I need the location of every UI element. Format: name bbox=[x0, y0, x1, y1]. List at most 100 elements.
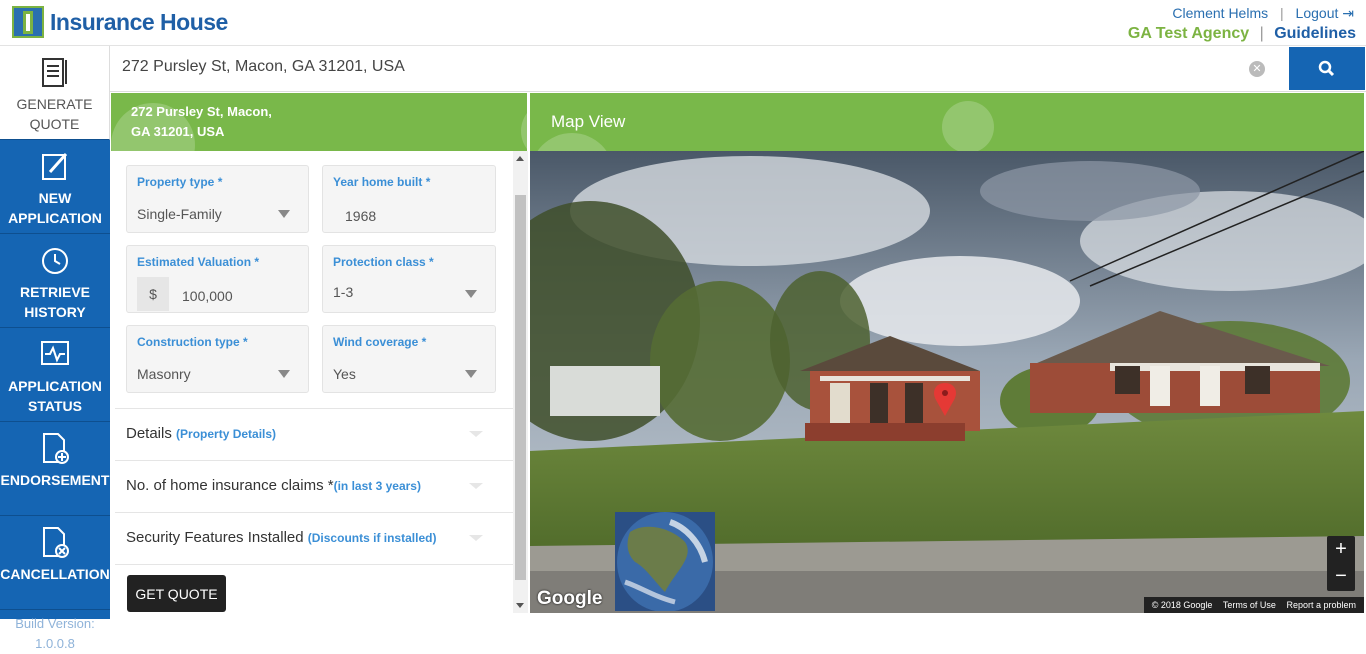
chevron-down-icon bbox=[469, 431, 483, 437]
quote-form: Property type * Single-Family Year home … bbox=[111, 151, 513, 619]
section-subheading: (Property Details) bbox=[176, 427, 277, 441]
document-list-icon bbox=[41, 58, 67, 87]
sidebar-item-retrieve-history[interactable]: RETRIEVE HISTORY bbox=[0, 234, 110, 328]
user-links: Clement Helms | Logout ⇥ bbox=[1172, 5, 1354, 22]
section-title: No. of home insurance claims *(in last 3… bbox=[126, 477, 421, 494]
copyright-text: © 2018 Google bbox=[1151, 600, 1213, 610]
protection-class-select[interactable]: Protection class * 1-3 bbox=[322, 245, 496, 313]
form-scrollbar[interactable] bbox=[513, 151, 528, 613]
property-type-select[interactable]: Property type * Single-Family bbox=[126, 165, 309, 233]
chevron-down-icon bbox=[465, 290, 477, 298]
scroll-up-icon[interactable] bbox=[516, 156, 524, 161]
year-built-label: Year home built * bbox=[333, 175, 431, 189]
section-subheading: (Discounts if installed) bbox=[307, 531, 437, 545]
sidebar-item-new-application[interactable]: NEW APPLICATION bbox=[0, 140, 110, 234]
section-subheading: (in last 3 years) bbox=[333, 479, 421, 493]
agency-name: GA Test Agency bbox=[1127, 25, 1250, 42]
year-built-field[interactable]: Year home built * 1968 bbox=[322, 165, 496, 233]
section-title: Security Features Installed (Discounts i… bbox=[126, 529, 436, 546]
claims-section[interactable]: No. of home insurance claims *(in last 3… bbox=[115, 460, 513, 512]
status-monitor-icon bbox=[41, 341, 69, 365]
map-attribution: © 2018 Google Terms of Use Report a prob… bbox=[1143, 597, 1364, 613]
zoom-out-button[interactable]: − bbox=[1327, 563, 1355, 590]
property-type-value: Single-Family bbox=[137, 206, 222, 222]
section-heading: Details bbox=[126, 425, 172, 442]
protection-class-label: Protection class * bbox=[333, 255, 434, 269]
get-quote-button[interactable]: GET QUOTE bbox=[127, 575, 226, 612]
build-label: Build Version: bbox=[15, 616, 95, 631]
pencil-edit-icon bbox=[42, 153, 68, 180]
section-heading: Security Features Installed bbox=[126, 529, 304, 546]
earth-thumbnail-image bbox=[615, 512, 715, 611]
brand-logo[interactable]: Insurance House bbox=[12, 6, 228, 38]
protection-class-value: 1-3 bbox=[333, 284, 354, 300]
section-divider bbox=[115, 564, 513, 565]
report-problem-link[interactable]: Report a problem bbox=[1286, 600, 1356, 610]
nav-label: STATUS bbox=[28, 398, 82, 414]
wind-coverage-label: Wind coverage * bbox=[333, 335, 427, 349]
agency-row: GA Test Agency | Guidelines bbox=[1128, 25, 1356, 43]
valuation-value: 100,000 bbox=[182, 288, 233, 304]
user-name-link[interactable]: Clement Helms bbox=[1172, 5, 1268, 21]
construction-type-label: Construction type * bbox=[137, 335, 248, 349]
construction-type-value: Masonry bbox=[137, 366, 191, 382]
search-button[interactable] bbox=[1289, 47, 1365, 90]
nav-label: HISTORY bbox=[24, 304, 86, 320]
zoom-control: + − bbox=[1327, 536, 1355, 591]
top-header: Insurance House Clement Helms | Logout ⇥… bbox=[0, 0, 1366, 46]
document-add-icon bbox=[43, 433, 69, 464]
address-search-input[interactable] bbox=[122, 58, 1242, 76]
wind-coverage-value: Yes bbox=[333, 366, 356, 382]
section-heading: No. of home insurance claims * bbox=[126, 477, 334, 494]
section-title: Details (Property Details) bbox=[126, 425, 276, 442]
nav-label: ENDORSEMENT bbox=[0, 472, 110, 488]
nav-label: RETRIEVE bbox=[19, 284, 90, 300]
sidebar-item-cancellation[interactable]: CANCELLATION bbox=[0, 516, 110, 610]
google-logo: Google bbox=[537, 588, 603, 609]
address-line-1: 272 Pursley St, Macon, bbox=[131, 104, 272, 119]
sidebar-item-generate-quote[interactable]: GENERATE QUOTE bbox=[0, 46, 110, 140]
details-section[interactable]: Details (Property Details) bbox=[115, 408, 513, 460]
divider: | bbox=[1259, 25, 1264, 42]
chevron-down-icon bbox=[278, 210, 290, 218]
build-number: 1.0.0.8 bbox=[35, 636, 75, 651]
search-icon bbox=[1318, 60, 1335, 77]
chevron-down-icon bbox=[469, 535, 483, 541]
logo-mark-icon bbox=[12, 6, 44, 38]
address-banner: 272 Pursley St, Macon, GA 31201, USA bbox=[111, 93, 527, 151]
map-view-banner: Map View bbox=[530, 93, 1364, 151]
decorative-bubble bbox=[942, 101, 994, 151]
chevron-down-icon bbox=[469, 483, 483, 489]
nav-label: CANCELLATION bbox=[0, 566, 110, 582]
sidebar-item-application-status[interactable]: APPLICATION STATUS bbox=[0, 328, 110, 422]
address-search-bar: ✕ bbox=[110, 46, 1366, 92]
decorative-bubble bbox=[530, 133, 614, 151]
currency-addon: $ bbox=[137, 277, 169, 311]
guidelines-link[interactable]: Guidelines bbox=[1274, 25, 1356, 42]
zoom-in-button[interactable]: + bbox=[1327, 536, 1355, 563]
scroll-thumb[interactable] bbox=[515, 195, 526, 580]
street-view-map[interactable]: Google + − © 2018 Google Terms of Use Re… bbox=[530, 151, 1364, 613]
map-view-title: Map View bbox=[551, 112, 626, 131]
build-version: Build Version: 1.0.0.8 bbox=[0, 610, 110, 654]
nav-label: GENERATE bbox=[16, 96, 93, 112]
sidebar-nav: GENERATE QUOTE NEW APPLICATION RETRIEVE … bbox=[0, 46, 110, 651]
logout-label: Logout bbox=[1295, 5, 1339, 21]
security-features-section[interactable]: Security Features Installed (Discounts i… bbox=[115, 512, 513, 564]
clear-search-icon[interactable]: ✕ bbox=[1249, 61, 1265, 77]
sidebar-item-endorsement[interactable]: ENDORSEMENT bbox=[0, 422, 110, 516]
terms-link[interactable]: Terms of Use bbox=[1223, 600, 1276, 610]
year-built-value: 1968 bbox=[345, 208, 377, 224]
address-line-2: GA 31201, USA bbox=[131, 124, 225, 139]
nav-label: QUOTE bbox=[29, 116, 80, 132]
wind-coverage-select[interactable]: Wind coverage * Yes bbox=[322, 325, 496, 393]
minimap-thumbnail[interactable] bbox=[615, 512, 715, 611]
valuation-field[interactable]: Estimated Valuation * $ 100,000 bbox=[126, 245, 309, 313]
nav-label: APPLICATION bbox=[8, 210, 102, 226]
logout-link[interactable]: Logout ⇥ bbox=[1296, 5, 1354, 21]
chevron-down-icon bbox=[278, 370, 290, 378]
document-cancel-icon bbox=[43, 527, 69, 558]
logout-icon: ⇥ bbox=[1342, 5, 1354, 21]
construction-type-select[interactable]: Construction type * Masonry bbox=[126, 325, 309, 393]
scroll-down-icon[interactable] bbox=[516, 603, 524, 608]
